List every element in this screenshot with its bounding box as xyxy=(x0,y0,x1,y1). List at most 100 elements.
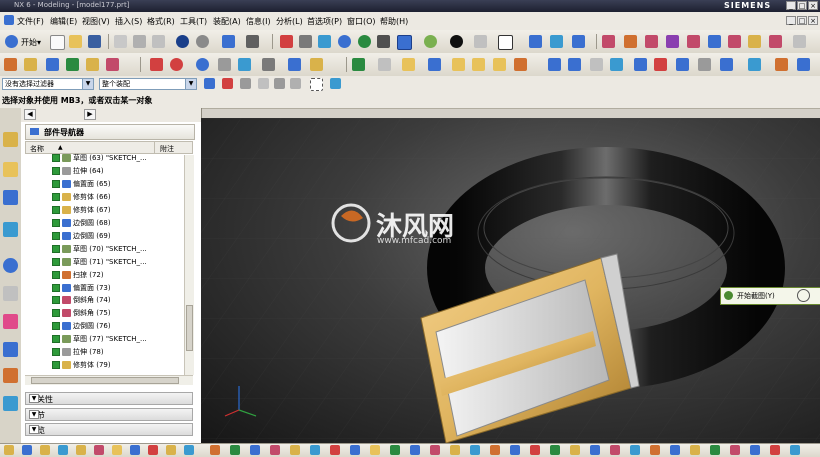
revolve-tool-icon[interactable] xyxy=(66,58,79,71)
command-finder-icon[interactable] xyxy=(246,35,259,48)
new-file-icon[interactable] xyxy=(50,35,65,50)
tool-icon[interactable] xyxy=(710,445,720,455)
tool-icon[interactable] xyxy=(4,445,14,455)
unite-tool-icon[interactable] xyxy=(352,58,365,71)
undo-icon[interactable] xyxy=(176,35,189,48)
checkbox-icon[interactable] xyxy=(52,218,60,227)
tool-icon[interactable] xyxy=(94,445,104,455)
tool-icon[interactable] xyxy=(570,445,580,455)
tree-row[interactable]: 偏置面 (73) xyxy=(52,282,182,294)
tree-row[interactable]: 修剪体 (66) xyxy=(52,191,182,203)
tree-row[interactable]: 倒斜角 (74) xyxy=(52,294,182,306)
pattern-tool-icon[interactable] xyxy=(568,58,581,71)
section-details[interactable]: 细节 ▼ xyxy=(25,408,193,421)
menu-preferences[interactable]: 首选项(P) xyxy=(307,16,342,27)
arc-tool-icon[interactable] xyxy=(170,58,183,71)
measure-distance-icon[interactable] xyxy=(748,35,761,48)
hole-tool-icon[interactable] xyxy=(86,58,99,71)
shell-tool-icon[interactable] xyxy=(310,58,323,71)
minimize-button[interactable]: _ xyxy=(786,1,796,10)
sew-icon[interactable] xyxy=(698,58,711,71)
select-edges-icon[interactable] xyxy=(274,78,285,89)
swept-icon[interactable] xyxy=(654,58,667,71)
tool-icon[interactable] xyxy=(650,445,660,455)
move-object-icon[interactable] xyxy=(775,58,788,71)
snap-center-icon[interactable] xyxy=(708,35,721,48)
subtract-tool-icon[interactable] xyxy=(378,58,391,71)
tool-icon[interactable] xyxy=(790,445,800,455)
tool-icon[interactable] xyxy=(470,445,480,455)
shaded-view-icon[interactable] xyxy=(397,35,412,50)
tree-row[interactable]: 拉伸 (64) xyxy=(52,165,182,177)
snap-toggle-icon[interactable] xyxy=(222,78,233,89)
tool-icon[interactable] xyxy=(148,445,158,455)
zoom-window-icon[interactable] xyxy=(299,35,312,48)
scope-select[interactable]: 整个装配 ▼ xyxy=(99,78,197,90)
checkbox-icon[interactable] xyxy=(52,192,60,201)
intersect-tool-icon[interactable] xyxy=(402,58,415,71)
start-icon[interactable] xyxy=(5,35,18,48)
checkbox-icon[interactable] xyxy=(52,322,60,331)
type-filter-select[interactable]: 没有选择过滤器 ▼ xyxy=(2,78,94,90)
reuse-library-icon[interactable] xyxy=(3,222,18,237)
delete-icon[interactable] xyxy=(797,58,810,71)
hscroll-thumb[interactable] xyxy=(31,377,179,384)
menu-insert[interactable]: 插入(S) xyxy=(115,16,142,27)
tree-row[interactable]: 草图 (70) "SKETCH_... xyxy=(52,243,182,255)
tool-icon[interactable] xyxy=(630,445,640,455)
cut-icon[interactable] xyxy=(114,35,127,48)
patch-icon[interactable] xyxy=(720,58,733,71)
render-style-icon[interactable] xyxy=(424,35,437,48)
snap-end-icon[interactable] xyxy=(624,35,637,48)
checkbox-icon[interactable] xyxy=(52,257,60,266)
tool-icon[interactable] xyxy=(390,445,400,455)
block-tool-icon[interactable] xyxy=(218,58,231,71)
scale-body-tool-icon[interactable] xyxy=(493,58,506,71)
tool-icon[interactable] xyxy=(22,445,32,455)
checkbox-icon[interactable] xyxy=(52,166,60,175)
tree-row[interactable]: 拉伸 (78) xyxy=(52,346,182,358)
tool-icon[interactable] xyxy=(112,445,122,455)
roles-icon[interactable] xyxy=(3,368,18,383)
save-icon[interactable] xyxy=(88,35,101,48)
color-box-icon[interactable] xyxy=(498,35,513,50)
system-scenes-icon[interactable] xyxy=(3,396,18,411)
wcs-icon[interactable] xyxy=(572,35,585,48)
menu-information[interactable]: 信息(I) xyxy=(246,16,271,27)
tree-row[interactable]: 边倒圆 (69) xyxy=(52,230,182,242)
constraint-navigator-icon[interactable] xyxy=(3,162,18,177)
mirror-tool-icon[interactable] xyxy=(548,58,561,71)
vertical-scrollbar[interactable] xyxy=(184,155,194,375)
tool-icon[interactable] xyxy=(230,445,240,455)
palette-icon[interactable] xyxy=(3,314,18,329)
app-menu-icon[interactable] xyxy=(4,15,14,25)
section-view-icon[interactable] xyxy=(529,35,542,48)
system-materials-icon[interactable] xyxy=(3,286,18,301)
menu-edit[interactable]: 编辑(E) xyxy=(50,16,77,27)
surface-tool-icon[interactable] xyxy=(610,58,623,71)
checkbox-icon[interactable] xyxy=(52,296,60,305)
graphics-window[interactable]: 沐风网 www.mfcad.com xyxy=(201,118,820,443)
layer-icon[interactable] xyxy=(550,35,563,48)
tree-row[interactable]: 扫掠 (72) xyxy=(52,269,182,281)
doc-minimize-button[interactable]: _ xyxy=(786,16,796,25)
thicken-tool-icon[interactable] xyxy=(590,58,603,71)
tree-row[interactable]: 倒斜角 (75) xyxy=(52,307,182,319)
process-studio-icon[interactable] xyxy=(3,342,18,357)
snap-quadrant-icon[interactable] xyxy=(728,35,741,48)
tool-icon[interactable] xyxy=(430,445,440,455)
tool-icon[interactable] xyxy=(690,445,700,455)
tree-row[interactable]: 修剪体 (67) xyxy=(52,204,182,216)
doc-restore-button[interactable]: □ xyxy=(797,16,807,25)
tool-icon[interactable] xyxy=(550,445,560,455)
checkbox-icon[interactable] xyxy=(52,270,60,279)
tool-icon[interactable] xyxy=(490,445,500,455)
select-bodies-icon[interactable] xyxy=(290,78,301,89)
through-curves-icon[interactable] xyxy=(634,58,647,71)
tool-icon[interactable] xyxy=(730,445,740,455)
doc-close-button[interactable]: × xyxy=(808,16,818,25)
tree-row[interactable]: 边倒圆 (68) xyxy=(52,217,182,229)
sketch-tool-icon[interactable] xyxy=(4,58,17,71)
offset-face-tool-icon[interactable] xyxy=(472,58,485,71)
tool-icon[interactable] xyxy=(310,445,320,455)
